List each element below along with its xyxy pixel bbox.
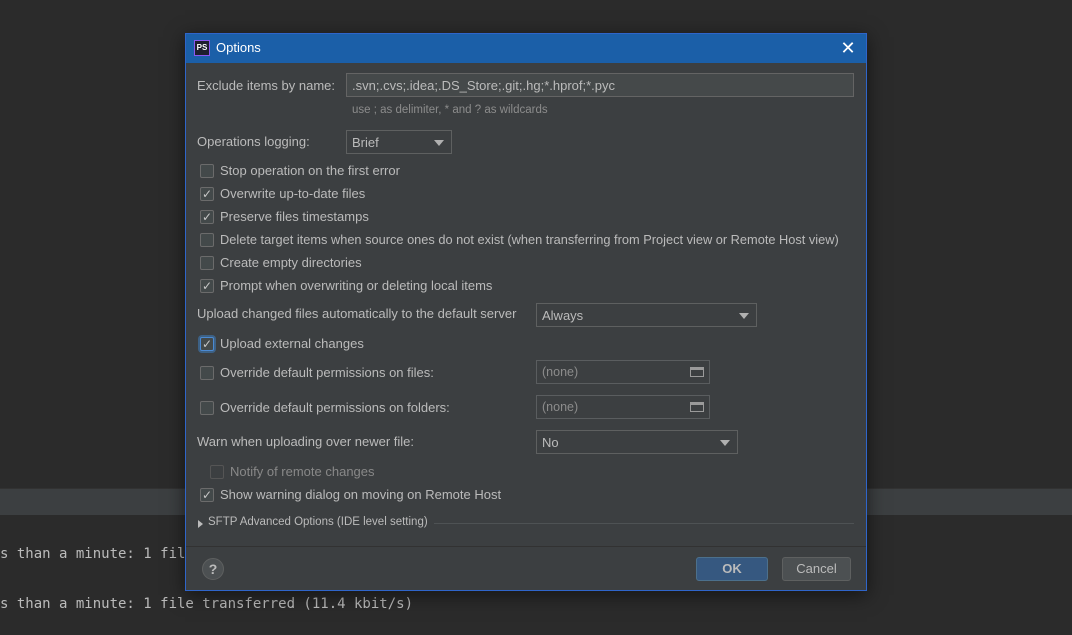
footer-divider — [186, 546, 866, 547]
close-icon[interactable]: ✕ — [836, 37, 860, 59]
override-files-field[interactable]: (none) — [536, 360, 710, 384]
logging-label: Operations logging: — [197, 134, 310, 149]
stop-on-error-label: Stop operation on the first error — [220, 163, 400, 178]
sftp-advanced-section[interactable]: SFTP Advanced Options (IDE level setting… — [198, 516, 856, 532]
notify-remote-label: Notify of remote changes — [230, 464, 375, 479]
dialog-title: Options — [216, 40, 261, 55]
overwrite-label: Overwrite up-to-date files — [220, 186, 366, 201]
upload-external-option[interactable]: ✓ Upload external changes — [200, 335, 600, 355]
phpstorm-logo-icon: PS — [194, 40, 210, 56]
delete-target-checkbox[interactable] — [200, 233, 214, 247]
stop-on-error-checkbox[interactable] — [200, 164, 214, 178]
prompt-overwrite-label: Prompt when overwriting or deleting loca… — [220, 278, 493, 293]
console-line: s than a minute: 1 file — [0, 546, 194, 562]
warn-newer-label: Warn when uploading over newer file: — [197, 434, 415, 449]
override-folders-value: (none) — [542, 400, 579, 414]
chevron-down-icon — [720, 440, 730, 446]
chevron-down-icon — [434, 140, 444, 146]
override-files-option[interactable]: Override default permissions on files: — [200, 364, 520, 384]
preserve-timestamps-option[interactable]: ✓ Preserve files timestamps — [200, 208, 860, 228]
exclude-hint: use ; as delimiter, * and ? as wildcards — [352, 104, 548, 116]
sftp-advanced-label: SFTP Advanced Options (IDE level setting… — [208, 516, 428, 528]
preserve-timestamps-label: Preserve files timestamps — [220, 209, 369, 224]
overwrite-option[interactable]: ✓ Overwrite up-to-date files — [200, 185, 860, 205]
dialog-titlebar: PS Options ✕ — [186, 34, 866, 63]
create-empty-dirs-option[interactable]: Create empty directories — [200, 254, 860, 274]
upload-changed-value: Always — [542, 308, 584, 323]
override-folders-option[interactable]: Override default permissions on folders: — [200, 399, 520, 419]
section-divider — [434, 523, 854, 524]
logging-dropdown[interactable]: Brief — [346, 130, 452, 154]
create-empty-dirs-checkbox[interactable] — [200, 256, 214, 270]
options-dialog: PS Options ✕ Exclude items by name: use … — [185, 33, 867, 591]
help-button[interactable]: ? — [202, 558, 224, 580]
stop-on-error-option[interactable]: Stop operation on the first error — [200, 162, 860, 182]
override-folders-label: Override default permissions on folders: — [220, 400, 450, 415]
notify-remote-checkbox — [210, 465, 224, 479]
ok-button[interactable]: OK — [696, 557, 768, 581]
exclude-label: Exclude items by name: — [197, 78, 336, 93]
upload-external-label: Upload external changes — [220, 336, 364, 351]
chevron-right-icon — [198, 520, 203, 528]
notify-remote-option: Notify of remote changes — [210, 463, 510, 483]
upload-external-checkbox[interactable]: ✓ — [200, 337, 214, 351]
show-warning-label: Show warning dialog on moving on Remote … — [220, 487, 502, 502]
upload-changed-label: Upload changed files automatically to th… — [197, 306, 517, 321]
warn-newer-dropdown[interactable]: No — [536, 430, 738, 454]
overwrite-checkbox[interactable]: ✓ — [200, 187, 214, 201]
cancel-button[interactable]: Cancel — [782, 557, 851, 581]
create-empty-dirs-label: Create empty directories — [220, 255, 362, 270]
logging-value: Brief — [352, 135, 379, 150]
chevron-down-icon — [739, 313, 749, 319]
show-warning-option[interactable]: ✓ Show warning dialog on moving on Remot… — [200, 486, 600, 506]
override-files-checkbox[interactable] — [200, 366, 214, 380]
override-files-label: Override default permissions on files: — [220, 365, 434, 380]
console-line: s than a minute: 1 file transferred (11.… — [0, 596, 414, 612]
prompt-overwrite-option[interactable]: ✓ Prompt when overwriting or deleting lo… — [200, 277, 860, 297]
override-folders-checkbox[interactable] — [200, 401, 214, 415]
warn-newer-value: No — [542, 435, 559, 450]
folder-icon[interactable] — [690, 402, 704, 412]
delete-target-option[interactable]: Delete target items when source ones do … — [200, 231, 860, 251]
prompt-overwrite-checkbox[interactable]: ✓ — [200, 279, 214, 293]
override-folders-field[interactable]: (none) — [536, 395, 710, 419]
preserve-timestamps-checkbox[interactable]: ✓ — [200, 210, 214, 224]
delete-target-label: Delete target items when source ones do … — [220, 232, 839, 247]
upload-changed-dropdown[interactable]: Always — [536, 303, 757, 327]
folder-icon[interactable] — [690, 367, 704, 377]
show-warning-checkbox[interactable]: ✓ — [200, 488, 214, 502]
override-files-value: (none) — [542, 365, 579, 379]
exclude-input[interactable] — [346, 73, 854, 97]
